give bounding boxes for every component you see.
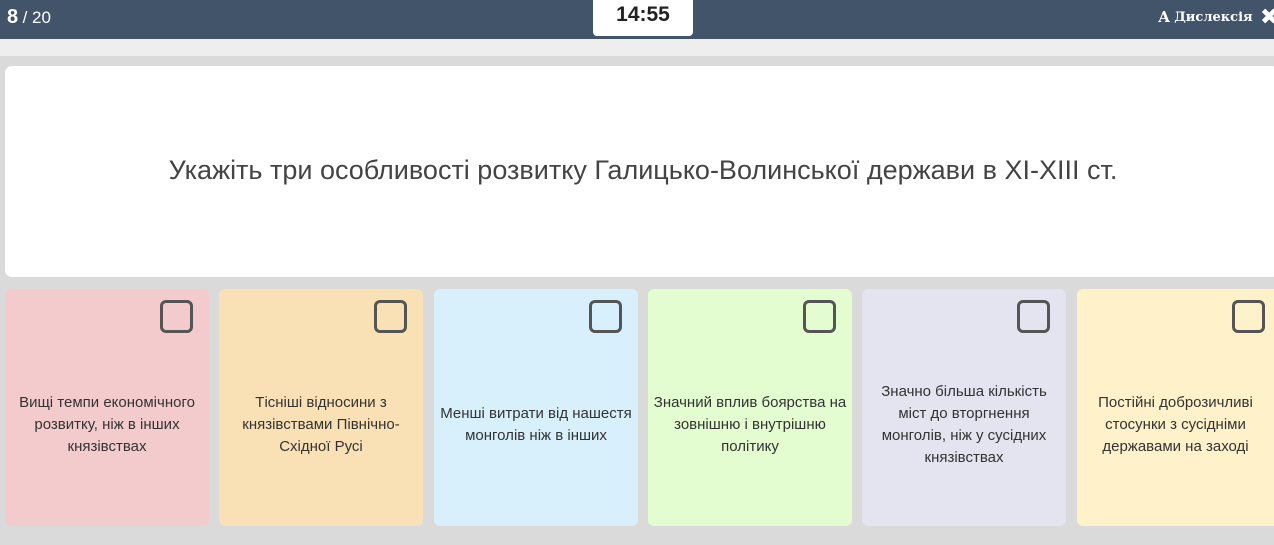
top-bar: 8 / 20 14:55 А Дислексія ✖ xyxy=(0,0,1274,39)
progress-strip xyxy=(0,39,1274,56)
answer-option-6[interactable]: Постійні доброзичливі стосунки з сусідні… xyxy=(1077,289,1274,526)
question-counter: 8 / 20 xyxy=(7,6,51,29)
option-label: Значно більша кількість міст до вторгнен… xyxy=(881,383,1047,466)
answer-option-2[interactable]: Тісніші відносини з князівствами Північн… xyxy=(219,289,423,526)
total-questions: / 20 xyxy=(22,8,51,27)
option-label: Менші витрати від нашестя монголів ніж в… xyxy=(440,405,632,444)
answer-option-1[interactable]: Вищі темпи економічного розвитку, ніж в … xyxy=(5,289,209,526)
question-text: Укажіть три особливості розвитку Галицьк… xyxy=(168,155,1118,185)
option-label: Тісніші відносини з князівствами Північн… xyxy=(242,394,400,455)
timer: 14:55 xyxy=(593,0,693,36)
dyslexia-icon: А xyxy=(1158,8,1171,26)
option-label: Значний вплив боярства на зовнішню і вну… xyxy=(653,394,847,455)
option-label: Вищі темпи економічного розвитку, ніж в … xyxy=(19,394,195,455)
close-icon[interactable]: ✖ xyxy=(1260,4,1274,30)
answer-option-4[interactable]: Значний вплив боярства на зовнішню і вну… xyxy=(648,289,852,526)
answer-option-3[interactable]: Менші витрати від нашестя монголів ніж в… xyxy=(434,289,638,526)
current-question-number: 8 xyxy=(7,6,19,28)
dyslexia-toggle[interactable]: А Дислексія xyxy=(1158,8,1253,26)
option-label: Постійні доброзичливі стосунки з сусідні… xyxy=(1098,394,1253,455)
answer-option-5[interactable]: Значно більша кількість міст до вторгнен… xyxy=(862,289,1066,526)
dyslexia-label: Дислексія xyxy=(1174,9,1253,25)
